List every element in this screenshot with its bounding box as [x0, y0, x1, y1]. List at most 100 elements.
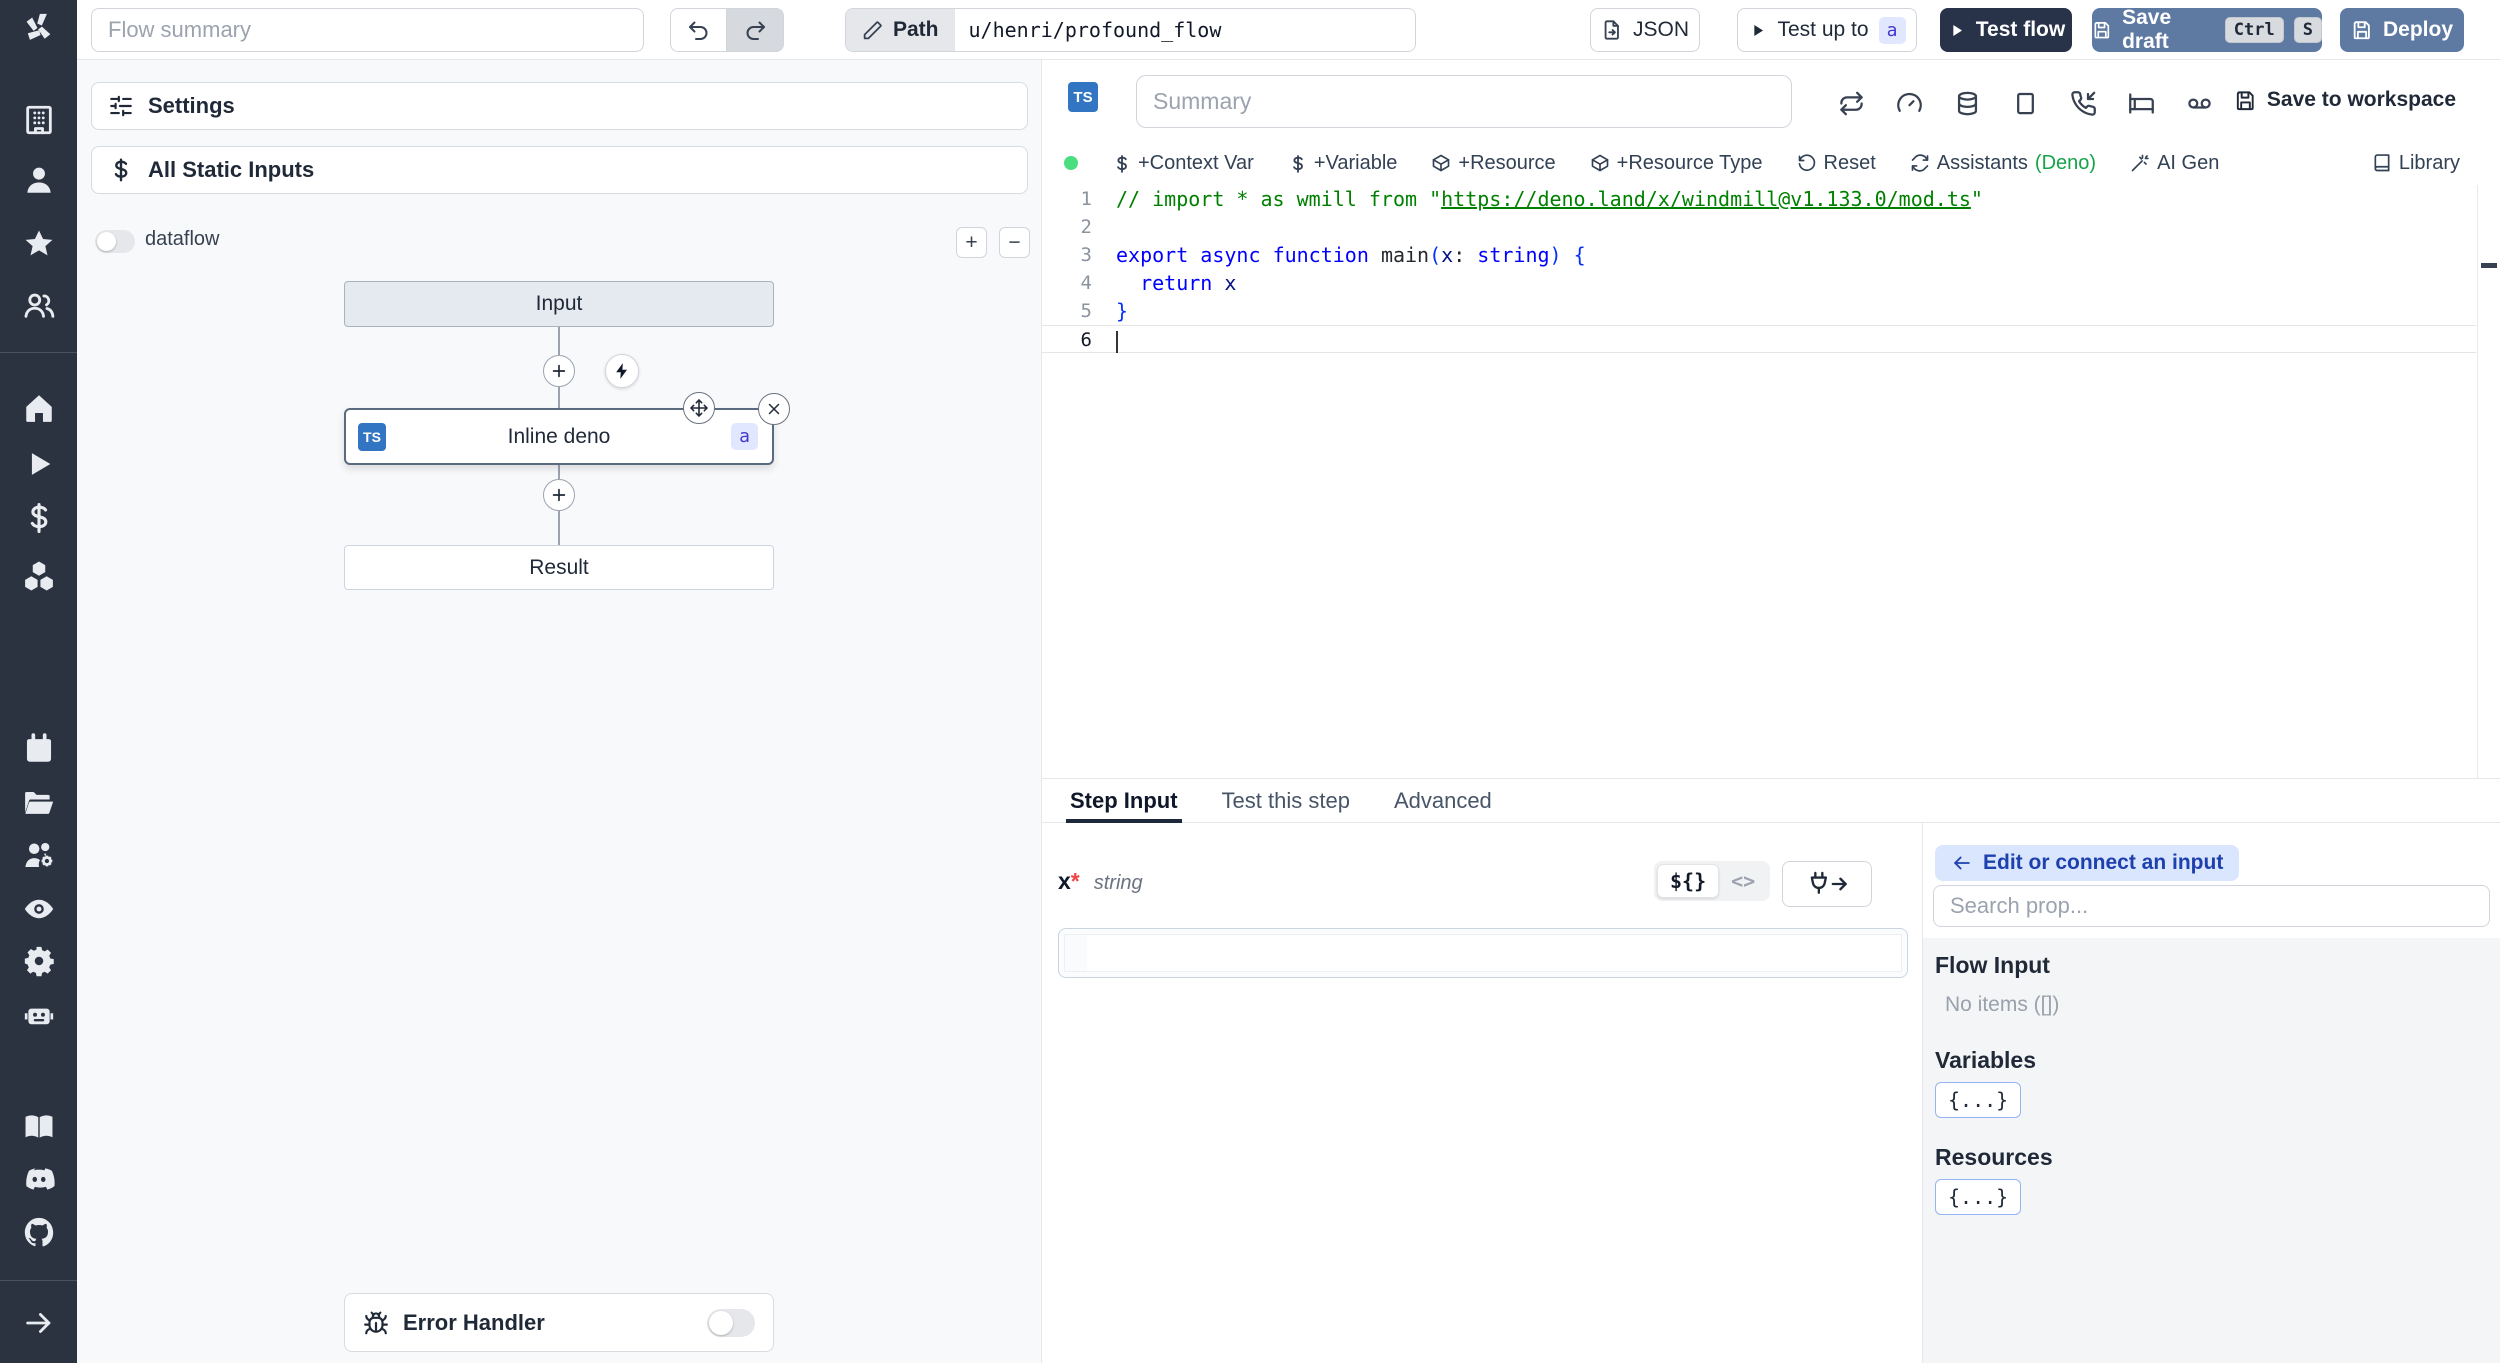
- workers-robot-icon[interactable]: [22, 998, 56, 1032]
- tab-advanced[interactable]: Advanced: [1394, 779, 1492, 822]
- expand-sidebar-arrow-icon[interactable]: [22, 1306, 56, 1340]
- folders-icon[interactable]: [22, 786, 56, 820]
- dollar-icon: [108, 157, 134, 183]
- move-icon: [689, 398, 709, 418]
- docs-book-icon[interactable]: [22, 1110, 56, 1144]
- add-resource-type-button[interactable]: +Resource Type: [1590, 152, 1763, 175]
- test-flow-button[interactable]: Test flow: [1940, 8, 2072, 52]
- assistants-button[interactable]: Assistants (Deno): [1910, 152, 2096, 175]
- edit-or-connect-button[interactable]: Edit or connect an input: [1935, 845, 2240, 881]
- runs-play-icon[interactable]: [22, 447, 56, 481]
- add-step-button[interactable]: [543, 479, 575, 511]
- ai-gen-button[interactable]: AI Gen: [2130, 152, 2219, 175]
- tab-step-input[interactable]: Step Input: [1066, 779, 1182, 823]
- favorites-star-icon[interactable]: [22, 227, 56, 261]
- concurrency-square-icon[interactable]: [2012, 90, 2039, 117]
- home-icon[interactable]: [22, 391, 56, 425]
- redo-button[interactable]: [727, 8, 784, 52]
- variables-dollar-icon[interactable]: [22, 501, 56, 535]
- editor-ts-badge: TS: [1068, 82, 1098, 112]
- code-toggle[interactable]: <>: [1719, 865, 1767, 897]
- resources-cubes-icon[interactable]: [22, 559, 56, 593]
- windmill-logo-icon[interactable]: [22, 11, 56, 45]
- graph-zoom-in-button[interactable]: +: [956, 227, 987, 258]
- early-stop-gauge-icon[interactable]: [1896, 90, 1923, 117]
- path-label[interactable]: Path: [846, 9, 955, 51]
- path-input[interactable]: [954, 9, 1415, 51]
- user-icon[interactable]: [22, 163, 56, 197]
- flow-settings-button[interactable]: Settings: [91, 82, 1028, 130]
- deploy-button[interactable]: Deploy: [2340, 8, 2464, 52]
- retries-repeat-icon[interactable]: [1838, 90, 1865, 117]
- test-up-to-button[interactable]: Test up to a: [1737, 8, 1917, 52]
- github-icon[interactable]: [22, 1215, 56, 1249]
- dataflow-toggle[interactable]: [95, 230, 135, 253]
- add-context-var-button[interactable]: +Context Var: [1112, 152, 1254, 175]
- tab-test-this-step[interactable]: Test this step: [1222, 779, 1350, 822]
- test-flow-label: Test flow: [1975, 18, 2066, 41]
- code-editor[interactable]: 1 // import * as wmill from "https://deno…: [1042, 185, 2476, 778]
- code-line: 4 return x: [1042, 269, 2476, 297]
- sleep-bed-icon[interactable]: [2128, 90, 2155, 117]
- minimap-strip: [2477, 185, 2500, 778]
- reset-button[interactable]: Reset: [1797, 152, 1876, 175]
- move-step-button[interactable]: [683, 392, 715, 424]
- test-up-to-label: Test up to: [1777, 18, 1869, 41]
- line-number: 4: [1080, 272, 1092, 294]
- workspace-building-icon[interactable]: [22, 103, 56, 137]
- save-to-workspace-button[interactable]: Save to workspace: [2234, 88, 2456, 112]
- audit-eye-icon[interactable]: [22, 892, 56, 926]
- undo-button[interactable]: [670, 8, 727, 52]
- reset-label: Reset: [1823, 151, 1876, 174]
- editor-toolbar: +Context Var +Variable +Resource +Resour…: [1064, 145, 2460, 181]
- dollar-icon: [1112, 154, 1131, 173]
- code-line: 6: [1042, 325, 2476, 353]
- cache-database-icon[interactable]: [1954, 90, 1981, 117]
- library-button[interactable]: Library: [2372, 152, 2460, 175]
- flow-node-result[interactable]: Result: [344, 545, 774, 590]
- assistants-lang-label: (Deno): [2034, 151, 2097, 174]
- add-resource-button[interactable]: +Resource: [1431, 152, 1556, 175]
- step-summary-input[interactable]: [1136, 75, 1792, 128]
- graph-zoom-out-button[interactable]: −: [999, 227, 1030, 258]
- template-expr-toggle[interactable]: ${}: [1657, 864, 1720, 898]
- groups-icon[interactable]: [22, 288, 56, 322]
- plug-arrow-icon: [1800, 870, 1854, 898]
- undo-icon: [687, 18, 711, 42]
- connect-prop-panel: Edit or connect an input Flow Input No i…: [1922, 823, 2500, 1363]
- save-draft-button[interactable]: Save draft Ctrl S: [2092, 6, 2322, 53]
- mock-voicemail-icon[interactable]: [2186, 90, 2213, 117]
- search-prop-input[interactable]: [1933, 885, 2490, 927]
- schedules-calendar-icon[interactable]: [22, 732, 56, 766]
- error-handler-label: Error Handler: [403, 1309, 545, 1335]
- delete-step-button[interactable]: [758, 393, 790, 425]
- sliders-icon: [108, 93, 134, 119]
- save-icon: [2351, 19, 2373, 41]
- connect-input-button[interactable]: [1782, 861, 1872, 907]
- add-step-button[interactable]: [543, 355, 575, 387]
- add-trigger-button[interactable]: [605, 354, 639, 388]
- add-context-var-label: +Context Var: [1138, 151, 1254, 174]
- library-label: Library: [2398, 151, 2460, 174]
- resources-chip[interactable]: {...}: [1935, 1179, 2022, 1215]
- admin-users-gear-icon[interactable]: [22, 838, 56, 872]
- flow-node-input[interactable]: Input: [344, 281, 774, 327]
- flow-summary-input[interactable]: [91, 8, 644, 52]
- suspend-phone-icon[interactable]: [2070, 90, 2097, 117]
- plus-icon: [549, 361, 569, 381]
- discord-icon[interactable]: [22, 1163, 56, 1197]
- error-handler-card[interactable]: Error Handler: [344, 1293, 774, 1352]
- required-mark: *: [1070, 868, 1080, 894]
- flow-graph-panel: Settings All Static Inputs dataflow + − …: [77, 60, 1042, 1363]
- line-number: 2: [1080, 216, 1092, 238]
- all-static-inputs-button[interactable]: All Static Inputs: [91, 146, 1028, 194]
- package-icon: [1431, 153, 1451, 173]
- add-variable-button[interactable]: +Variable: [1288, 152, 1397, 175]
- error-handler-toggle[interactable]: [707, 1308, 755, 1337]
- path-label-text: Path: [893, 18, 939, 41]
- arg-value-editor[interactable]: [1058, 928, 1908, 978]
- settings-gear-icon[interactable]: [22, 944, 56, 978]
- kbd-ctrl: Ctrl: [2224, 17, 2284, 43]
- json-button[interactable]: JSON: [1590, 8, 1700, 52]
- variables-chip[interactable]: {...}: [1935, 1082, 2022, 1118]
